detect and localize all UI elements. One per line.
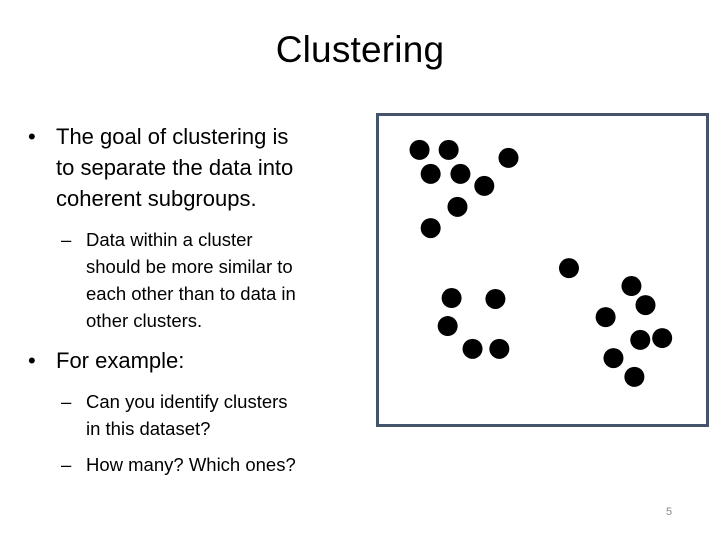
data-point-11	[437, 316, 458, 337]
data-point-14	[558, 258, 579, 279]
bullet-1-line-2: to separate the data into	[56, 155, 294, 180]
data-point-15	[621, 276, 642, 297]
sub-bullet-dash: –	[61, 229, 72, 250]
data-point-16	[635, 295, 656, 316]
data-point-1	[409, 139, 430, 160]
sub-bullet-dash: –	[61, 391, 72, 412]
sub-bullet-2-line-1: Can you identify clusters	[86, 391, 288, 412]
data-point-13	[489, 338, 510, 359]
sub-bullet-1-line-3: each other than to data in	[86, 283, 296, 304]
bullet-glyph: •	[28, 124, 36, 149]
sub-bullet-3-line-1: How many? Which ones?	[86, 454, 296, 475]
data-point-7	[447, 196, 468, 217]
data-point-2	[438, 139, 459, 160]
data-point-3	[498, 147, 519, 168]
data-point-12	[462, 338, 483, 359]
data-point-6	[474, 175, 495, 196]
scatter-plot	[409, 139, 673, 387]
data-point-10	[485, 288, 506, 309]
data-point-5	[450, 163, 471, 184]
slide-title: Clustering	[275, 29, 445, 70]
data-point-17	[595, 307, 616, 328]
scatter-plot-frame	[376, 113, 709, 427]
sub-bullet-1-line-2: should be more similar to	[86, 256, 293, 277]
page-number: 5	[666, 506, 673, 518]
sub-bullet-2-line-2: in this dataset?	[86, 418, 211, 439]
data-point-18	[630, 329, 651, 350]
bullet-1-line-3: coherent subgroups.	[56, 186, 257, 211]
bullet-glyph: •	[28, 348, 36, 373]
data-point-19	[652, 328, 673, 349]
bullet-1-line-1: The goal of clustering is	[56, 124, 289, 149]
sub-bullet-1-line-1: Data within a cluster	[86, 229, 253, 250]
data-point-9	[441, 288, 462, 309]
bullet-2-line-1: For example:	[56, 348, 185, 373]
data-point-8	[420, 218, 441, 239]
data-point-21	[624, 366, 645, 387]
data-point-4	[420, 163, 441, 184]
sub-bullet-dash: –	[61, 454, 72, 475]
sub-bullet-1-line-4: other clusters.	[86, 310, 203, 331]
data-point-20	[603, 348, 624, 369]
